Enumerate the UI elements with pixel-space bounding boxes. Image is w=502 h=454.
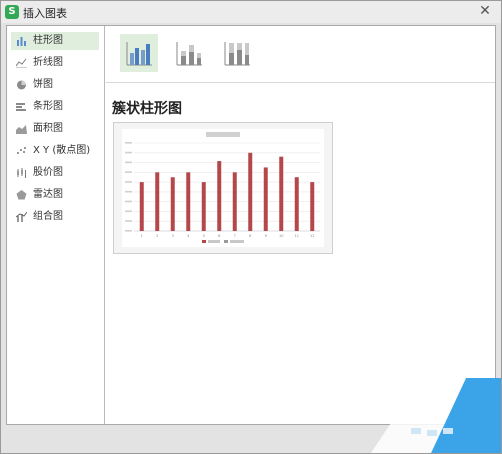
subtype-percent-stacked-column-button[interactable] xyxy=(218,34,256,72)
subtype-clustered-column-button[interactable] xyxy=(120,34,158,72)
chart-bar xyxy=(248,152,253,231)
column-chart-icon xyxy=(17,37,26,46)
chart-bar xyxy=(201,182,206,231)
x-tick-label: 6 xyxy=(218,234,220,238)
dialog-body: 柱形图 折线图 饼图 条形图 面积图 X Y (散点图) 股价图 雷达图 组合图… xyxy=(6,25,496,425)
sidebar-item-area[interactable]: 面积图 xyxy=(11,120,99,138)
dialog-title: 插入图表 xyxy=(23,7,67,20)
chart-bar xyxy=(139,182,144,231)
chart-bar xyxy=(232,172,237,231)
insert-chart-dialog: S 插入图表 ✕ 柱形图 折线图 饼图 条形图 面积图 X Y (散点图) 股价… xyxy=(0,0,502,454)
x-tick-label: 8 xyxy=(249,234,251,238)
sidebar-item-bar[interactable]: 条形图 xyxy=(11,98,99,116)
sidebar-item-label: 柱形图 xyxy=(33,35,63,46)
corner-watermark xyxy=(371,378,501,453)
sidebar-item-label: 组合图 xyxy=(33,211,63,222)
chart-subtype-strip xyxy=(106,26,495,83)
area-chart-icon xyxy=(16,125,27,134)
chart-category-list: 柱形图 折线图 饼图 条形图 面积图 X Y (散点图) 股价图 雷达图 组合图 xyxy=(7,26,105,424)
sidebar-item-label: 股价图 xyxy=(33,167,63,178)
chart-bar xyxy=(155,172,160,231)
sidebar-item-label: 条形图 xyxy=(33,101,63,112)
preview-title-placeholder xyxy=(206,132,240,137)
x-tick-label: 11 xyxy=(295,234,299,238)
chart-bar xyxy=(310,182,315,231)
chart-bar xyxy=(186,172,191,231)
sidebar-item-label: X Y (散点图) xyxy=(33,145,91,156)
x-tick-label: 7 xyxy=(234,234,236,238)
x-tick-label: 9 xyxy=(265,234,267,238)
subtype-stacked-column-button[interactable] xyxy=(170,34,208,72)
sidebar-item-line[interactable]: 折线图 xyxy=(11,54,99,72)
app-logo-icon: S xyxy=(5,5,19,19)
chart-subtype-heading: 簇状柱形图 xyxy=(112,101,182,117)
sidebar-item-combo[interactable]: 组合图 xyxy=(11,208,99,226)
x-tick-label: 3 xyxy=(172,234,174,238)
chart-preview[interactable]: 1 2 3 4 5 6 7 8 9 10 11 12 xyxy=(113,122,333,254)
sidebar-item-stock[interactable]: 股价图 xyxy=(11,164,99,182)
stacked-column-icon xyxy=(176,42,202,66)
chart-bar xyxy=(279,156,284,231)
sidebar-item-label: 饼图 xyxy=(33,79,53,90)
chart-bar xyxy=(217,161,222,231)
x-tick-label: 2 xyxy=(156,234,158,238)
sidebar-item-column[interactable]: 柱形图 xyxy=(11,32,99,50)
stock-chart-icon xyxy=(17,168,26,178)
x-tick-label: 1 xyxy=(141,234,143,238)
x-tick-label: 10 xyxy=(279,234,283,238)
x-tick-label: 5 xyxy=(203,234,205,238)
radar-chart-icon xyxy=(16,190,27,200)
chart-main-panel: 簇状柱形图 1 2 3 4 5 6 7 8 9 10 11 12 xyxy=(106,26,495,424)
sidebar-item-label: 雷达图 xyxy=(33,189,63,200)
pie-chart-icon xyxy=(17,80,26,90)
percent-stacked-column-icon xyxy=(224,42,250,66)
sidebar-item-pie[interactable]: 饼图 xyxy=(11,76,99,94)
line-chart-icon xyxy=(16,58,27,68)
sidebar-item-scatter[interactable]: X Y (散点图) xyxy=(11,142,99,160)
sidebar-item-radar[interactable]: 雷达图 xyxy=(11,186,99,204)
scatter-chart-icon xyxy=(17,147,26,154)
x-tick-label: 12 xyxy=(310,234,314,238)
sidebar-item-label: 面积图 xyxy=(33,123,63,134)
clustered-column-icon xyxy=(126,42,152,66)
chart-bar xyxy=(263,167,268,231)
chart-bar xyxy=(294,177,299,231)
sidebar-item-label: 折线图 xyxy=(33,57,63,68)
title-bar: S 插入图表 ✕ xyxy=(1,1,501,23)
chart-bar xyxy=(170,177,175,231)
bar-chart-icon xyxy=(16,103,26,111)
combo-chart-icon xyxy=(16,212,27,222)
preview-chart-svg: 1 2 3 4 5 6 7 8 9 10 11 12 xyxy=(114,123,332,253)
close-button[interactable]: ✕ xyxy=(477,3,493,19)
